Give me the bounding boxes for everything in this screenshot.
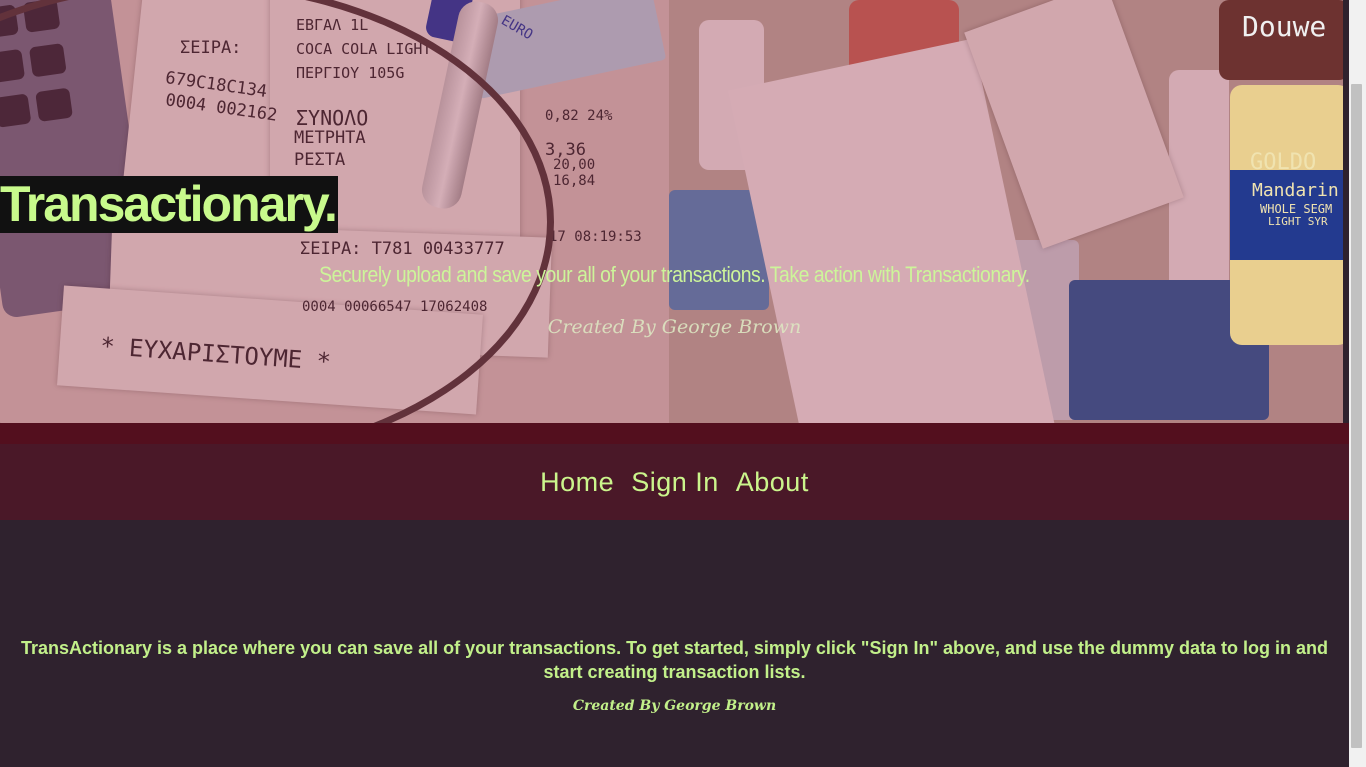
can-text: Douwe: [1242, 10, 1327, 43]
intro-description: TransActionary is a place where you can …: [20, 638, 1329, 682]
page: ΣΕΙΡΑ: 679C18C134 0004 002162 ΣΥΝΟΛΟ ΜΕΤ…: [0, 0, 1349, 767]
scrollbar-thumb[interactable]: [1351, 84, 1362, 748]
site-title: Transactionary.: [0, 176, 338, 233]
nav-about-link[interactable]: About: [736, 467, 809, 498]
can-text: Mandarin: [1252, 180, 1339, 201]
can-text: LIGHT SYR: [1268, 215, 1328, 228]
nav-top-bar: [0, 423, 1349, 444]
footer-credit: Created By George Brown: [572, 698, 777, 714]
hero-credit: Created By George Brown: [547, 316, 802, 338]
can-text: WHOLE SEGM: [1260, 202, 1333, 216]
vertical-scrollbar[interactable]: [1349, 0, 1366, 767]
nav-sign-in-link[interactable]: Sign In: [631, 467, 719, 498]
main-nav: Home Sign In About: [0, 444, 1349, 520]
nav-home-link[interactable]: Home: [540, 467, 614, 498]
hero-subtitle: Securely upload and save your all of you…: [319, 262, 1030, 287]
hero-banner: ΣΕΙΡΑ: 679C18C134 0004 002162 ΣΥΝΟΛΟ ΜΕΤ…: [0, 0, 1343, 423]
can-text: GOLDO: [1250, 150, 1317, 175]
